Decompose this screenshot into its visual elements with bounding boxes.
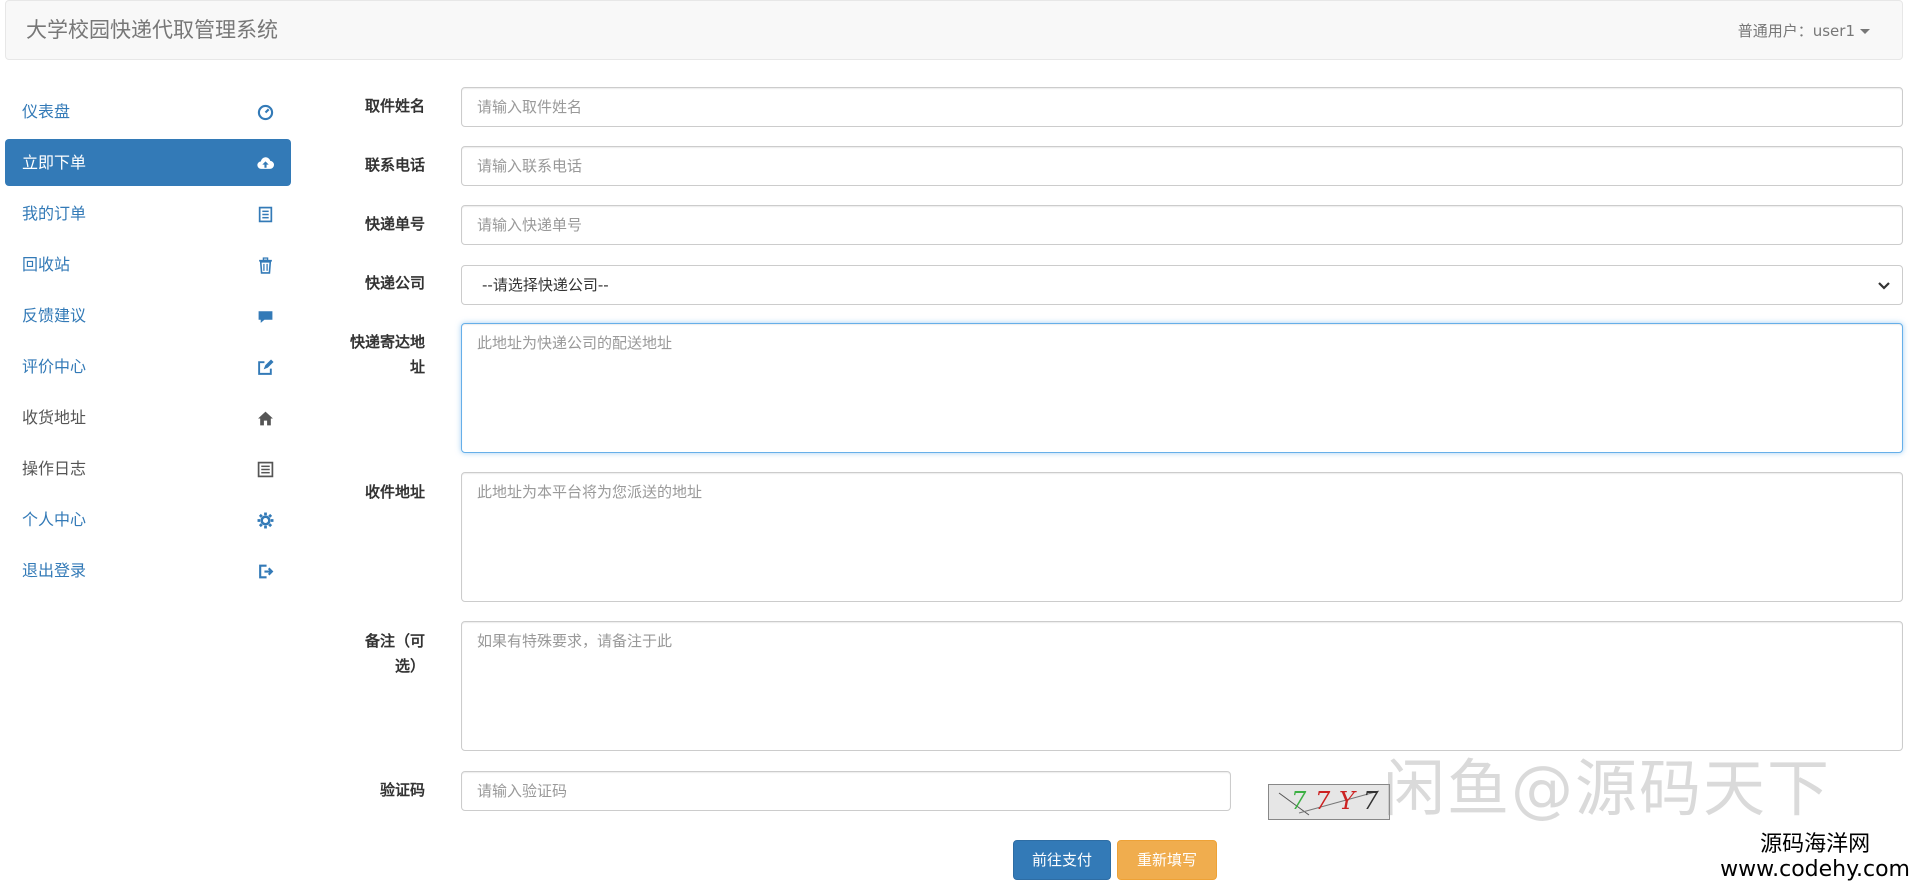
sidebar-item-label: 个人中心: [22, 510, 87, 529]
phone-label: 联系电话: [364, 156, 425, 174]
cloud-upload-icon: [254, 152, 276, 174]
trash-icon: [254, 254, 276, 276]
courier-company-select[interactable]: --请选择快递公司--: [461, 265, 1903, 305]
list-icon: [254, 203, 276, 225]
caret-down-icon: [1860, 29, 1870, 34]
sidebar-item-logout[interactable]: 退出登录: [5, 547, 291, 594]
notes-label-line1: 备注（可: [364, 632, 425, 650]
tracking-number-label: 快递单号: [364, 215, 425, 233]
sidebar-item-label: 退出登录: [22, 561, 87, 580]
sidebar-item-label: 仪表盘: [22, 102, 71, 121]
sender-address-label: 快递寄达地 址: [305, 330, 425, 380]
sidebar-item-addresses[interactable]: 收货地址: [5, 394, 291, 441]
name-input[interactable]: [461, 87, 1903, 127]
notes-label: 备注（可 选）: [305, 629, 425, 679]
sidebar-item-reviews[interactable]: 评价中心: [5, 343, 291, 390]
home-icon: [254, 407, 276, 429]
notes-textarea[interactable]: [461, 621, 1903, 751]
edit-icon: [254, 356, 276, 378]
phone-input[interactable]: [461, 146, 1903, 186]
chevron-down-icon: [1878, 282, 1890, 290]
captcha-image[interactable]: 7 7 Y 7: [1268, 784, 1390, 820]
sidebar-item-my-orders[interactable]: 我的订单: [5, 190, 291, 237]
sidebar-item-label: 立即下单: [22, 153, 87, 172]
name-label: 取件姓名: [364, 97, 425, 115]
sidebar-item-recycle-bin[interactable]: 回收站: [5, 241, 291, 288]
sender-address-label-line1: 快递寄达地: [349, 333, 425, 351]
user-label: 普通用户：user1: [1737, 22, 1855, 40]
captcha-char-1: 7: [1291, 787, 1307, 815]
sidebar-item-feedback[interactable]: 反馈建议: [5, 292, 291, 339]
sidebar-item-label: 评价中心: [22, 357, 87, 376]
watermark-site-url: www.codehy.com: [1720, 857, 1910, 882]
sidebar-item-label: 反馈建议: [22, 306, 87, 325]
top-navbar: 大学校园快递代取管理系统 普通用户：user1: [5, 0, 1903, 60]
watermark-overlay: 闲鱼@源码天下: [1383, 752, 1832, 825]
sidebar-item-label: 我的订单: [22, 204, 87, 223]
receiver-address-textarea[interactable]: [461, 472, 1903, 602]
sidebar-item-label: 收货地址: [22, 408, 87, 427]
logout-icon: [254, 560, 276, 582]
sender-address-label-line2: 址: [409, 358, 425, 376]
sidebar-item-dashboard[interactable]: 仪表盘: [5, 88, 291, 135]
user-dropdown[interactable]: 普通用户：user1: [1738, 20, 1870, 42]
gear-icon: [254, 509, 276, 531]
dashboard-icon: [254, 101, 276, 123]
captcha-char-4: 7: [1363, 787, 1379, 815]
pay-button[interactable]: 前往支付: [1013, 840, 1111, 880]
list-alt-icon: [254, 458, 276, 480]
comment-icon: [254, 305, 276, 327]
watermark-site: 源码海洋网 www.codehy.com: [1720, 832, 1910, 882]
captcha-char-2: 7: [1315, 787, 1331, 815]
sender-address-textarea[interactable]: [461, 323, 1903, 453]
sidebar-item-profile[interactable]: 个人中心: [5, 496, 291, 543]
receiver-address-label: 收件地址: [364, 483, 425, 501]
sidebar-item-label: 回收站: [22, 255, 71, 274]
sidebar: 仪表盘 立即下单 我的订单 回收站 反馈建议 评价中心 收货地址 操作日志 个人…: [5, 88, 291, 598]
captcha-input[interactable]: [461, 771, 1231, 811]
brand-title[interactable]: 大学校园快递代取管理系统: [26, 16, 278, 44]
watermark-site-name: 源码海洋网: [1760, 832, 1871, 857]
captcha-label: 验证码: [379, 781, 425, 799]
courier-company-label: 快递公司: [364, 274, 425, 292]
reset-button[interactable]: 重新填写: [1117, 840, 1217, 880]
sidebar-item-logs[interactable]: 操作日志: [5, 445, 291, 492]
captcha-char-3: Y: [1339, 787, 1355, 815]
sidebar-item-label: 操作日志: [22, 459, 87, 478]
courier-company-selected: --请选择快递公司--: [482, 276, 609, 294]
notes-label-line2: 选）: [394, 657, 425, 675]
tracking-number-input[interactable]: [461, 205, 1903, 245]
sidebar-item-place-order[interactable]: 立即下单: [5, 139, 291, 186]
